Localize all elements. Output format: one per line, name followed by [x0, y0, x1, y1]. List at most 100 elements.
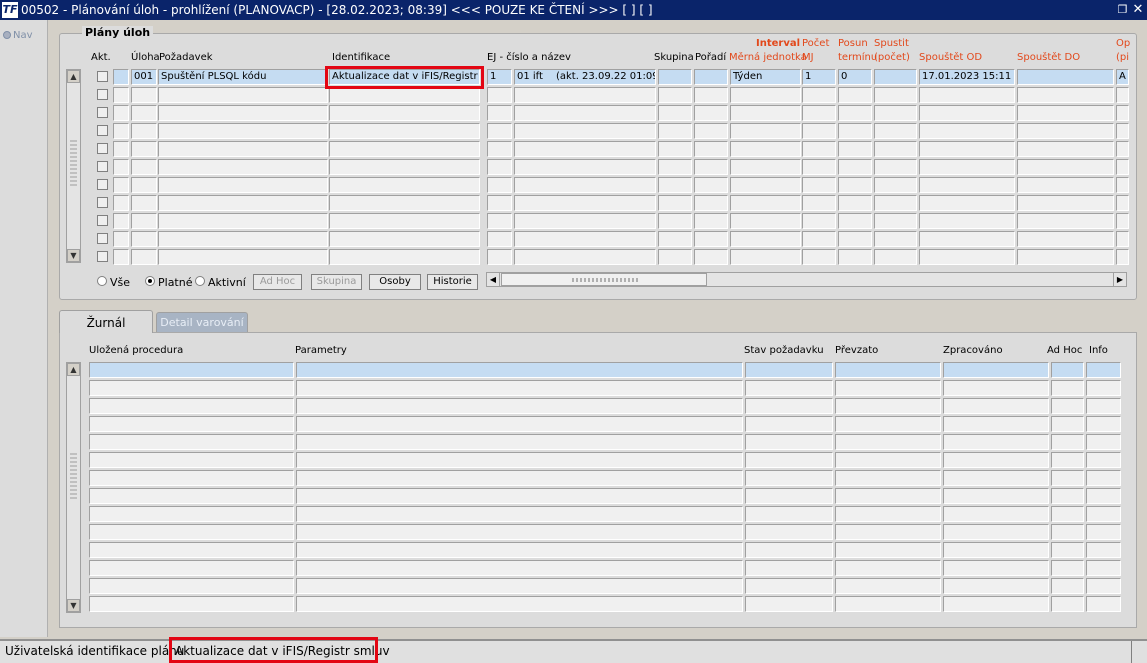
journal-cell[interactable]: [296, 398, 743, 414]
grid-cell[interactable]: [802, 195, 836, 211]
journal-cell[interactable]: [1086, 560, 1121, 576]
journal-cell[interactable]: [1051, 434, 1084, 450]
grid-cell[interactable]: [1017, 177, 1114, 193]
grid-cell[interactable]: [730, 159, 801, 175]
journal-cell[interactable]: [89, 596, 294, 612]
grid-cell[interactable]: [329, 123, 480, 139]
grid-cell[interactable]: [131, 195, 157, 211]
grid-cell[interactable]: [1017, 231, 1114, 247]
active-checkbox[interactable]: [97, 71, 108, 82]
grid-cell[interactable]: [874, 141, 917, 157]
journal-cell[interactable]: [943, 506, 1049, 522]
grid-cell[interactable]: [658, 69, 692, 85]
grid-cell[interactable]: [131, 105, 157, 121]
journal-vertical-scrollbar[interactable]: ▲ ▼: [66, 362, 81, 613]
grid-cell[interactable]: [514, 249, 656, 265]
grid-cell[interactable]: [694, 177, 728, 193]
journal-cell[interactable]: [296, 560, 743, 576]
journal-cell[interactable]: [1051, 380, 1084, 396]
journal-cell[interactable]: [1086, 506, 1121, 522]
grid-cell[interactable]: [1116, 249, 1129, 265]
grid-cell[interactable]: [514, 105, 656, 121]
grid-cell[interactable]: [874, 69, 917, 85]
grid-cell[interactable]: [487, 177, 512, 193]
journal-cell[interactable]: [296, 524, 743, 540]
journal-cell[interactable]: [1086, 380, 1121, 396]
grid-cell[interactable]: [514, 177, 656, 193]
grid-cell[interactable]: [730, 105, 801, 121]
journal-cell[interactable]: [745, 560, 833, 576]
journal-cell[interactable]: [943, 542, 1049, 558]
grid-cell[interactable]: [919, 177, 1015, 193]
grid-cell[interactable]: [1017, 249, 1114, 265]
grid-cell[interactable]: [838, 159, 872, 175]
journal-cell[interactable]: [1086, 578, 1121, 594]
journal-cell[interactable]: [943, 470, 1049, 486]
grid-cell[interactable]: [802, 141, 836, 157]
grid-cell[interactable]: [158, 105, 328, 121]
journal-cell[interactable]: [745, 452, 833, 468]
close-icon[interactable]: ✕: [1131, 2, 1145, 17]
grid-cell[interactable]: [1017, 141, 1114, 157]
journal-cell[interactable]: [1086, 434, 1121, 450]
plans-vertical-scrollbar[interactable]: ▲ ▼: [66, 69, 81, 263]
grid-cell[interactable]: [730, 213, 801, 229]
journal-cell[interactable]: [745, 506, 833, 522]
grid-cell[interactable]: [919, 249, 1015, 265]
grid-cell[interactable]: [514, 141, 656, 157]
journal-cell[interactable]: [835, 380, 941, 396]
grid-cell[interactable]: [514, 159, 656, 175]
journal-cell[interactable]: [835, 596, 941, 612]
grid-cell[interactable]: [113, 159, 129, 175]
journal-cell[interactable]: [89, 506, 294, 522]
grid-cell[interactable]: [658, 213, 692, 229]
row1-pozadavek[interactable]: Spuštění PLSQL kódu: [158, 69, 328, 85]
grid-cell[interactable]: [329, 159, 480, 175]
grid-cell[interactable]: [113, 195, 129, 211]
grid-cell[interactable]: [1116, 87, 1129, 103]
journal-cell[interactable]: [296, 416, 743, 432]
grid-cell[interactable]: [730, 123, 801, 139]
filter-platne-label[interactable]: Platné: [158, 276, 192, 289]
journal-cell[interactable]: [1051, 560, 1084, 576]
row1-ej-cislo[interactable]: 1: [487, 69, 512, 85]
grid-cell[interactable]: [919, 159, 1015, 175]
grid-cell[interactable]: [329, 141, 480, 157]
journal-cell[interactable]: [1086, 488, 1121, 504]
grid-cell[interactable]: [694, 69, 728, 85]
journal-cell[interactable]: [296, 488, 743, 504]
grid-cell[interactable]: [1116, 105, 1129, 121]
grid-cell[interactable]: [874, 231, 917, 247]
restore-icon[interactable]: ❐: [1116, 2, 1129, 17]
journal-cell[interactable]: [745, 488, 833, 504]
grid-cell[interactable]: [131, 123, 157, 139]
journal-scroll-up-icon[interactable]: ▲: [67, 363, 80, 376]
grid-cell[interactable]: [658, 87, 692, 103]
grid-cell[interactable]: [514, 123, 656, 139]
journal-cell[interactable]: [943, 380, 1049, 396]
grid-cell[interactable]: [874, 177, 917, 193]
journal-cell[interactable]: [296, 578, 743, 594]
journal-cell[interactable]: [1051, 452, 1084, 468]
grid-cell[interactable]: [329, 195, 480, 211]
row1-op[interactable]: A: [1116, 69, 1129, 85]
journal-cell[interactable]: [835, 416, 941, 432]
journal-cell[interactable]: [745, 434, 833, 450]
grid-cell[interactable]: [919, 195, 1015, 211]
plans-horizontal-scrollbar[interactable]: ◀ ▶: [486, 272, 1127, 287]
grid-cell[interactable]: [802, 159, 836, 175]
grid-cell[interactable]: [838, 195, 872, 211]
filter-vse-label[interactable]: Vše: [110, 276, 130, 289]
adhoc-button[interactable]: Ad Hoc: [253, 274, 302, 290]
grid-cell[interactable]: [113, 141, 129, 157]
grid-cell[interactable]: [487, 231, 512, 247]
grid-cell[interactable]: [113, 231, 129, 247]
grid-cell[interactable]: [1116, 195, 1129, 211]
grid-cell[interactable]: [113, 249, 129, 265]
grid-cell[interactable]: [487, 195, 512, 211]
grid-cell[interactable]: [158, 159, 328, 175]
journal-cell[interactable]: [89, 560, 294, 576]
nav-toggle[interactable]: Nav: [3, 30, 33, 41]
grid-cell[interactable]: [514, 213, 656, 229]
active-checkbox[interactable]: [97, 161, 108, 172]
